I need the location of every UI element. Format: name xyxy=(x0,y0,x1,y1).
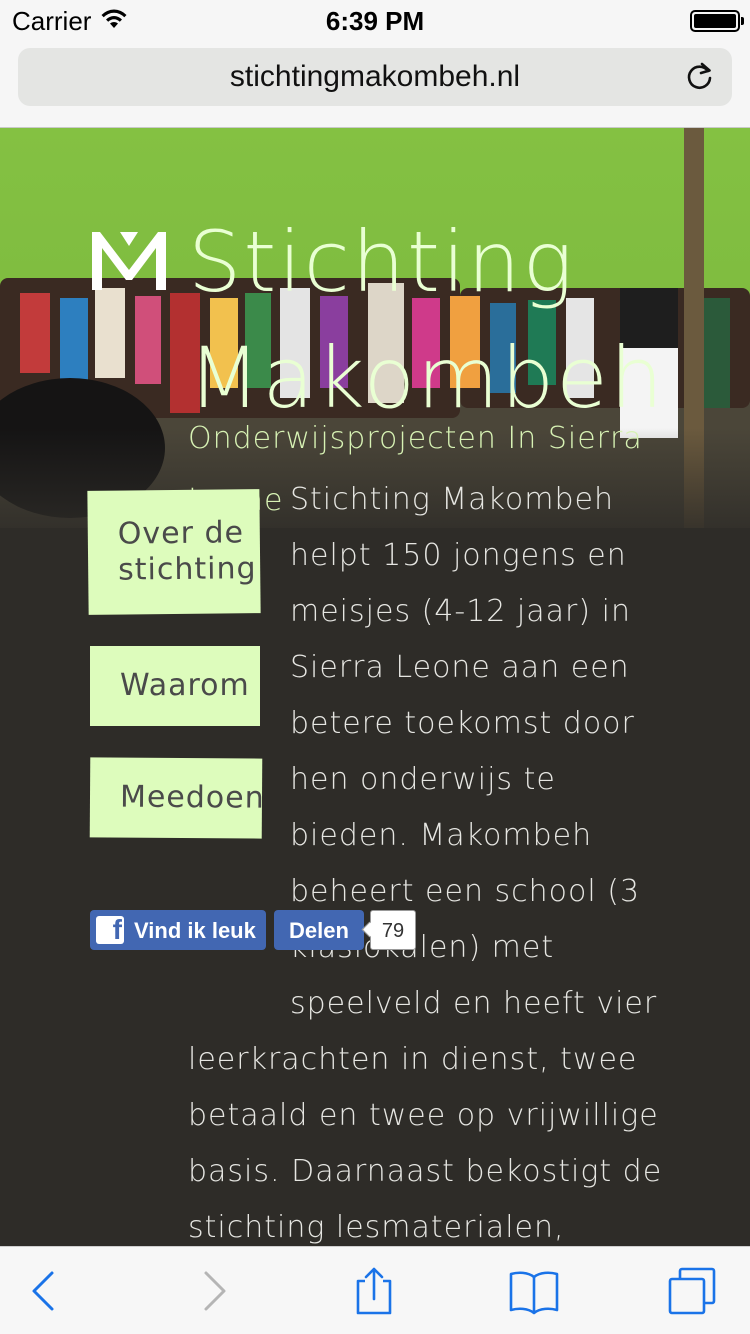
forward-icon[interactable] xyxy=(186,1265,238,1317)
facebook-icon: f xyxy=(96,914,124,945)
nav-item-over-de-stichting[interactable]: Over de stichting xyxy=(87,489,261,615)
site-title[interactable]: Stichting Makombeh xyxy=(188,204,708,436)
makombeh-logo[interactable] xyxy=(90,228,168,292)
status-bar: Carrier 6:39 PM xyxy=(0,0,750,40)
url-text[interactable]: stichtingmakombeh.nl xyxy=(18,60,732,94)
nav-item-meedoen[interactable]: Meedoen xyxy=(89,757,265,839)
web-page: Stichting Makombeh Onderwijsprojecten In… xyxy=(0,128,750,1246)
browser-toolbar xyxy=(0,1246,750,1334)
clock: 6:39 PM xyxy=(325,6,425,36)
bookmarks-icon[interactable] xyxy=(508,1265,560,1317)
nav-item-waarom[interactable]: Waarom xyxy=(90,646,260,726)
reload-icon[interactable] xyxy=(684,61,716,93)
tabs-icon[interactable] xyxy=(666,1265,718,1317)
battery-icon xyxy=(690,10,744,32)
facebook-share-button[interactable]: Delen xyxy=(274,910,364,950)
address-bar: stichtingmakombeh.nl xyxy=(0,40,750,128)
intro-text: Stichting Makombeh helpt 150 jongens en … xyxy=(188,472,678,1246)
url-field[interactable]: stichtingmakombeh.nl xyxy=(18,48,732,106)
back-icon[interactable] xyxy=(20,1265,72,1317)
facebook-like-button[interactable]: f Vind ik leuk xyxy=(90,910,266,950)
share-icon[interactable] xyxy=(348,1265,400,1317)
share-count: 79 xyxy=(370,910,416,950)
like-label: Vind ik leuk xyxy=(134,918,256,943)
